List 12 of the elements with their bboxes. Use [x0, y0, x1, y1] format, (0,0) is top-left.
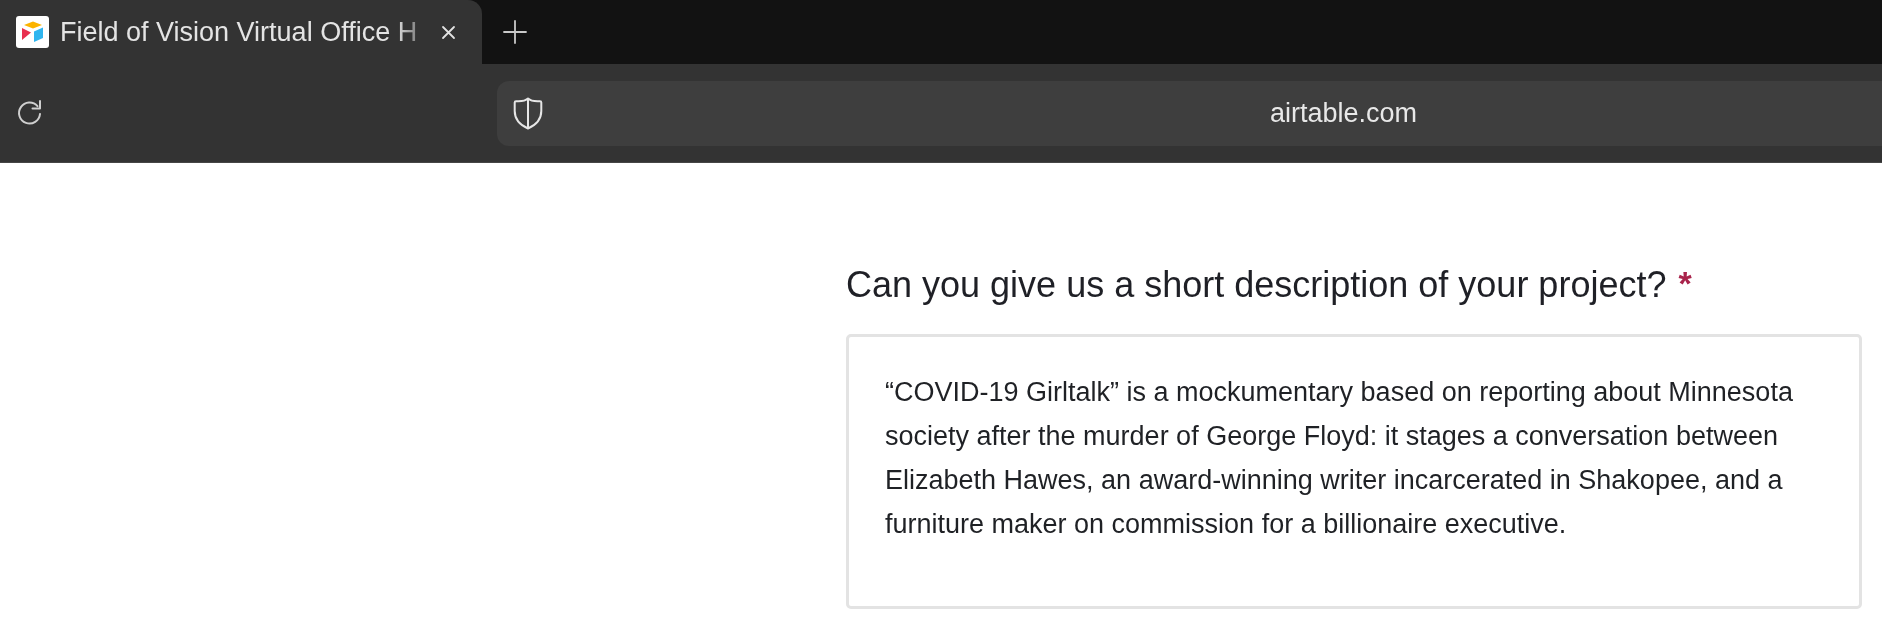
description-field[interactable]: “COVID-19 Girltalk” is a mockumentary based on reporting about Minnesota society after the murder of George Floyd: it stages a conversation between Elizabeth Hawes, an award-winning writer incarcerated in Shakopee, and a furniture maker on commission for a billionaire executive.: [846, 334, 1862, 610]
favicon-icon: [16, 16, 49, 48]
plus-icon: [503, 20, 527, 44]
url-text: airtable.com: [1270, 96, 1418, 130]
address-bar[interactable]: airtable.com: [497, 80, 1882, 146]
close-icon: [441, 24, 456, 40]
tab-title: Field of Vision Virtual Office H: [60, 15, 418, 49]
question-label: Can you give us a short description of your project?: [846, 263, 1667, 307]
browser-tab[interactable]: Field of Vision Virtual Office H: [0, 0, 482, 64]
new-tab-button[interactable]: [501, 18, 529, 46]
required-asterisk: *: [1678, 263, 1692, 304]
shield-icon[interactable]: [513, 96, 543, 130]
